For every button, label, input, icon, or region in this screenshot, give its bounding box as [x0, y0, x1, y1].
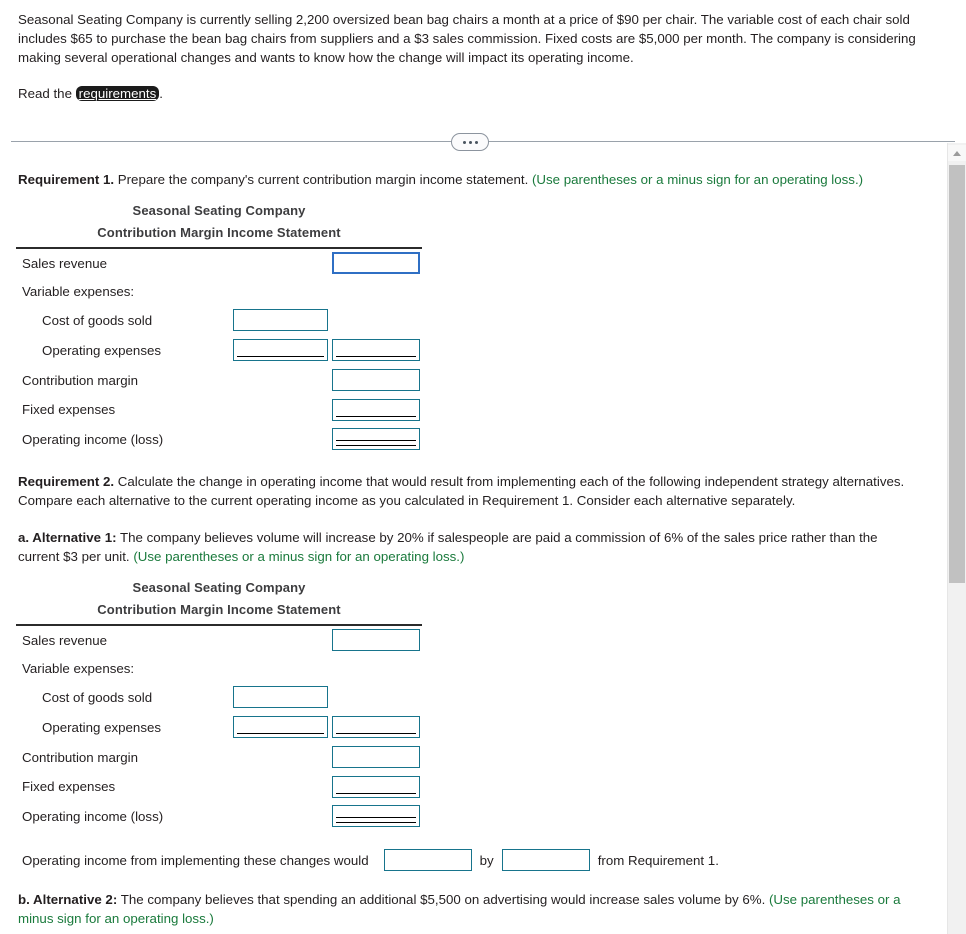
- sentence-suffix: from Requirement 1.: [597, 852, 719, 868]
- subtotal-rule: [336, 415, 416, 417]
- alternative-1-label: a. Alternative 1:: [18, 530, 117, 545]
- alternative-1-hint: (Use parentheses or a minus sign for an …: [133, 549, 465, 564]
- input-change-amount[interactable]: [501, 849, 590, 871]
- scrollbar-track[interactable]: [948, 583, 966, 934]
- operating-income-change-sentence: Operating income from implementing these…: [16, 831, 918, 871]
- statement-company-name: Seasonal Seating Company: [132, 203, 306, 218]
- problem-statement: Seasonal Seating Company is currently se…: [0, 0, 966, 103]
- table-row: Operating income (loss): [16, 801, 422, 831]
- subtotal-rule: [237, 356, 324, 357]
- total-rule: [336, 440, 416, 446]
- row-label-sales-revenue: Sales revenue: [22, 255, 108, 271]
- table-row: Fixed expenses: [16, 395, 422, 424]
- row-label-operating-expenses: Operating expenses: [42, 342, 162, 358]
- row-label-contribution-margin: Contribution margin: [22, 372, 139, 388]
- input-contribution-margin-1[interactable]: [332, 369, 420, 391]
- row-label-sales-revenue: Sales revenue: [22, 632, 108, 648]
- input-fixed-expenses-2[interactable]: [332, 775, 420, 798]
- row-label-contribution-margin: Contribution margin: [22, 749, 139, 765]
- input-contribution-margin-2[interactable]: [332, 746, 420, 768]
- input-operating-income-1[interactable]: [332, 428, 420, 450]
- problem-paragraph: Seasonal Seating Company is currently se…: [18, 12, 916, 65]
- read-prefix-text: Read the: [18, 86, 76, 101]
- statement-title: Contribution Margin Income Statement: [97, 225, 341, 240]
- subtotal-rule: [336, 792, 416, 794]
- read-requirements-line: Read the requirements.: [18, 84, 948, 103]
- row-label-operating-expenses: Operating expenses: [42, 719, 162, 735]
- alternative-2-label: b. Alternative 2:: [18, 892, 118, 907]
- alternative-2-prompt: b. Alternative 2: The company believes t…: [16, 871, 918, 928]
- row-label-cost-of-goods-sold: Cost of goods sold: [42, 689, 153, 705]
- requirement-2-prompt: Requirement 2. Calculate the change in o…: [16, 454, 918, 510]
- subtotal-rule: [336, 356, 416, 357]
- total-rule: [336, 817, 416, 823]
- vertical-scrollbar[interactable]: [947, 143, 966, 934]
- scroll-up-arrow-icon[interactable]: [948, 145, 966, 161]
- row-label-cost-of-goods-sold: Cost of goods sold: [42, 312, 153, 328]
- table-row: Contribution margin: [16, 742, 422, 772]
- requirement-2-label: Requirement 2.: [18, 474, 115, 489]
- read-suffix-text: .: [159, 86, 163, 101]
- requirement-1-prompt: Requirement 1. Prepare the company's cur…: [16, 143, 918, 189]
- row-label-operating-income: Operating income (loss): [22, 431, 164, 447]
- row-label-variable-expenses: Variable expenses:: [22, 660, 135, 676]
- input-cost-of-goods-sold-1[interactable]: [233, 309, 328, 331]
- sentence-prefix: Operating income from implementing these…: [22, 852, 369, 868]
- triangle-up-icon: [953, 150, 961, 156]
- input-operating-expenses-1[interactable]: [233, 339, 328, 361]
- input-sales-revenue-1[interactable]: [332, 252, 420, 274]
- requirement-1-hint: (Use parentheses or a minus sign for an …: [531, 172, 864, 187]
- table-row: Variable expenses:: [16, 277, 422, 305]
- statement-company-name: Seasonal Seating Company: [132, 580, 306, 595]
- subtotal-rule: [336, 733, 416, 734]
- statement-title: Contribution Margin Income Statement: [97, 602, 341, 617]
- contribution-margin-statement-1: Seasonal Seating Company Contribution Ma…: [16, 189, 422, 454]
- worksheet-content: Requirement 1. Prepare the company's cur…: [0, 143, 934, 928]
- input-total-variable-expenses-2[interactable]: [332, 716, 420, 738]
- requirements-link[interactable]: requirements: [75, 86, 160, 101]
- sentence-middle: by: [479, 852, 494, 868]
- table-row: Operating expenses: [16, 335, 422, 365]
- contribution-margin-statement-2: Seasonal Seating Company Contribution Ma…: [16, 566, 422, 831]
- table-row: Cost of goods sold: [16, 305, 422, 335]
- table-row: Contribution margin: [16, 365, 422, 395]
- table-row: Variable expenses:: [16, 654, 422, 682]
- input-operating-income-2[interactable]: [332, 805, 420, 827]
- input-sales-revenue-2[interactable]: [332, 629, 420, 651]
- select-increase-decrease[interactable]: [383, 849, 472, 871]
- worksheet-scroll-area[interactable]: Requirement 1. Prepare the company's cur…: [0, 143, 934, 934]
- table-row: Sales revenue: [16, 249, 422, 277]
- scrollbar-thumb[interactable]: [949, 165, 965, 583]
- row-label-variable-expenses: Variable expenses:: [22, 283, 135, 299]
- input-total-variable-expenses-1[interactable]: [332, 339, 420, 361]
- input-operating-expenses-2[interactable]: [233, 716, 328, 738]
- input-cost-of-goods-sold-2[interactable]: [233, 686, 328, 708]
- requirement-1-text: Prepare the company's current contributi…: [114, 172, 532, 187]
- requirement-1-label: Requirement 1.: [18, 172, 115, 187]
- requirement-2-text: Calculate the change in operating income…: [18, 474, 905, 508]
- input-fixed-expenses-1[interactable]: [332, 398, 420, 421]
- table-row: Sales revenue: [16, 626, 422, 654]
- table-row: Cost of goods sold: [16, 682, 422, 712]
- table-row: Fixed expenses: [16, 772, 422, 801]
- table-row: Operating expenses: [16, 712, 422, 742]
- table-row: Operating income (loss): [16, 424, 422, 454]
- row-label-operating-income: Operating income (loss): [22, 808, 164, 824]
- row-label-fixed-expenses: Fixed expenses: [22, 779, 116, 794]
- subtotal-rule: [237, 733, 324, 734]
- alternative-2-text: The company believes that spending an ad…: [117, 892, 769, 907]
- row-label-fixed-expenses: Fixed expenses: [22, 402, 116, 417]
- alternative-1-prompt: a. Alternative 1: The company believes v…: [16, 510, 918, 566]
